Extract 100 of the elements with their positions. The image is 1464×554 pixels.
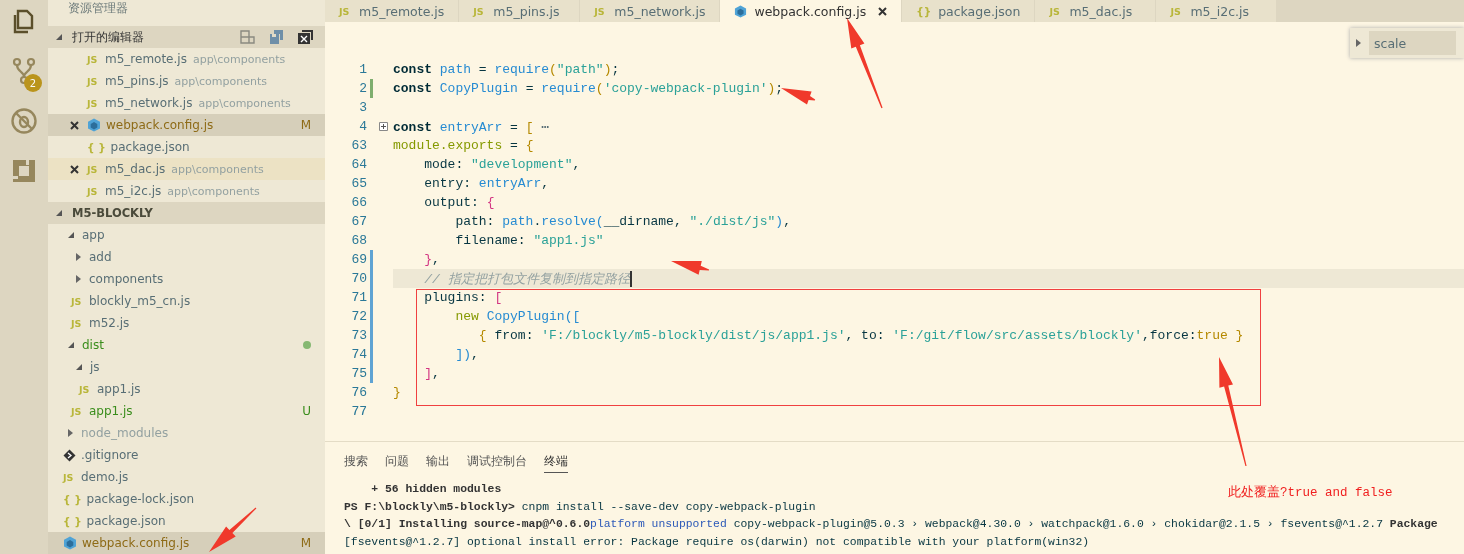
open-editor-item[interactable]: { } package.json bbox=[48, 136, 325, 158]
tree-item[interactable]: app bbox=[48, 224, 325, 246]
open-editor-item[interactable]: JS m5_network.js app\components bbox=[48, 92, 325, 114]
code-line: ], bbox=[423, 366, 440, 381]
line-number: 4 bbox=[358, 119, 367, 134]
tree-item[interactable]: { } package.json bbox=[48, 510, 325, 532]
code-line: const entryArr = [ ⋯ bbox=[393, 118, 550, 135]
find-input[interactable]: scale bbox=[1369, 31, 1456, 55]
code-line: ]), bbox=[454, 347, 479, 362]
panel-tab[interactable]: 输出 bbox=[426, 454, 450, 473]
file-name: app1.js bbox=[89, 404, 133, 418]
js-file-icon: JS bbox=[87, 97, 100, 109]
section-header[interactable]: 打开的编辑器 bbox=[48, 26, 325, 48]
code-line: const path = require("path"); bbox=[393, 62, 620, 77]
tree-item[interactable]: { } package-lock.json bbox=[48, 488, 325, 510]
expand-icon[interactable] bbox=[1356, 39, 1361, 47]
line-number: 76 bbox=[350, 385, 367, 400]
code-line: } bbox=[393, 385, 401, 400]
open-editor-item[interactable]: JS m5_i2c.js app\components bbox=[48, 180, 325, 202]
debug-icon bbox=[10, 107, 38, 135]
tree-item[interactable]: js bbox=[48, 356, 325, 378]
editor-tab[interactable]: JS m5_network.js bbox=[580, 0, 721, 22]
line-number: 67 bbox=[350, 214, 367, 229]
panel-tab[interactable]: 终端 bbox=[544, 454, 568, 473]
notification-badge: 2 bbox=[24, 74, 42, 92]
file-name: package.json bbox=[86, 514, 166, 528]
arrow-drawing bbox=[781, 88, 816, 105]
file-name: demo.js bbox=[81, 470, 129, 484]
open-editor-item[interactable]: JS m5_dac.js app\components bbox=[48, 158, 325, 180]
line-number: 3 bbox=[358, 100, 367, 115]
tree-item[interactable]: JS app1.js bbox=[48, 378, 325, 400]
line-number: 77 bbox=[350, 404, 367, 419]
file-name: dist bbox=[82, 338, 104, 352]
close-icon[interactable] bbox=[70, 164, 79, 174]
diamond-icon bbox=[63, 448, 76, 462]
tree-item[interactable]: JS m52.js bbox=[48, 312, 325, 334]
open-editor-item[interactable]: JS m5_remote.js app\components bbox=[48, 48, 325, 70]
tree-item[interactable]: JS blockly_m5_cn.js bbox=[48, 290, 325, 312]
json-file-icon: {} bbox=[916, 5, 932, 17]
cube-icon bbox=[63, 536, 77, 550]
terminal-line: + 56 hidden modules bbox=[370, 482, 502, 497]
line-number: 69 bbox=[350, 252, 367, 267]
code-line: entry: entryArr, bbox=[423, 176, 550, 191]
sidebar-title: 资源管理器 bbox=[67, 0, 129, 17]
line-number: 65 bbox=[350, 176, 367, 191]
tree-item[interactable]: add bbox=[48, 246, 325, 268]
file-name: m52.js bbox=[89, 316, 130, 330]
panel-tab[interactable]: 搜索 bbox=[344, 454, 368, 473]
file-name: components bbox=[89, 272, 164, 286]
file-path: app\components bbox=[198, 96, 291, 110]
line-number: 66 bbox=[350, 195, 367, 210]
editor-tab[interactable]: JS m5_pins.js bbox=[459, 0, 581, 22]
js-file-icon: JS bbox=[594, 5, 608, 17]
line-number: 73 bbox=[350, 328, 367, 343]
activity-bar-item[interactable]: 2 bbox=[4, 50, 44, 92]
js-file-icon: JS bbox=[87, 185, 100, 197]
file-path: app\components bbox=[171, 162, 264, 176]
js-file-icon: JS bbox=[473, 5, 487, 17]
json-file-icon: { } bbox=[63, 515, 82, 527]
panel-tab[interactable]: 问题 bbox=[385, 454, 409, 473]
editor-tab[interactable]: JS m5_remote.js bbox=[325, 0, 460, 22]
open-editor-item[interactable]: JS m5_pins.js app\components bbox=[48, 70, 325, 92]
tree-item[interactable]: JS demo.js bbox=[48, 466, 325, 488]
js-file-icon: JS bbox=[71, 317, 84, 329]
close-icon[interactable] bbox=[70, 120, 79, 130]
source-control-icon bbox=[11, 57, 37, 85]
line-number: 70 bbox=[350, 271, 367, 286]
file-name: add bbox=[89, 250, 112, 264]
line-number: 75 bbox=[350, 366, 367, 381]
file-name: app1.js bbox=[97, 382, 141, 396]
close-all-icon[interactable] bbox=[298, 30, 313, 44]
expand-icon[interactable] bbox=[378, 121, 388, 131]
editor-tab[interactable]: JS m5_dac.js bbox=[1035, 0, 1157, 22]
js-file-icon: JS bbox=[87, 163, 100, 175]
file-name: node_modules bbox=[81, 426, 169, 440]
close-icon[interactable] bbox=[878, 6, 888, 16]
open-editor-item[interactable]: webpack.config.js M bbox=[48, 114, 325, 136]
tree-item[interactable]: .gitignore bbox=[48, 444, 325, 466]
tree-item[interactable]: webpack.config.js M bbox=[48, 532, 325, 554]
panel-tab[interactable]: 调试控制台 bbox=[467, 454, 527, 473]
tree-item[interactable]: dist bbox=[48, 334, 325, 356]
js-file-icon: JS bbox=[87, 53, 100, 65]
git-status-label: M bbox=[300, 118, 311, 132]
tree-item[interactable]: components bbox=[48, 268, 325, 290]
expand-icon bbox=[56, 210, 62, 216]
editor-tab[interactable]: {} package.json bbox=[902, 0, 1036, 22]
editor-tab[interactable]: JS m5_i2c.js bbox=[1156, 0, 1278, 22]
editor-tab[interactable]: webpack.config.js bbox=[720, 0, 903, 22]
line-number: 2 bbox=[358, 81, 367, 96]
js-file-icon: JS bbox=[71, 405, 84, 417]
tree-item[interactable]: JS app1.js U bbox=[48, 400, 325, 422]
terminal-line: [fsevents@^1.2.7] optional install error: Package require os(darwin) not compatible with your platform(win32) bbox=[344, 534, 1090, 550]
arrow-drawing bbox=[671, 261, 710, 275]
js-file-icon: JS bbox=[1170, 5, 1184, 17]
annotation-note: 此处覆盖?true and false bbox=[1228, 484, 1393, 501]
line-number: 63 bbox=[350, 138, 367, 153]
section-header[interactable]: M5-BLOCKLY bbox=[48, 202, 325, 224]
file-name: m5_network.js bbox=[105, 96, 193, 110]
file-path: app\components bbox=[192, 52, 286, 66]
file-name: m5_pins.js bbox=[105, 74, 169, 88]
